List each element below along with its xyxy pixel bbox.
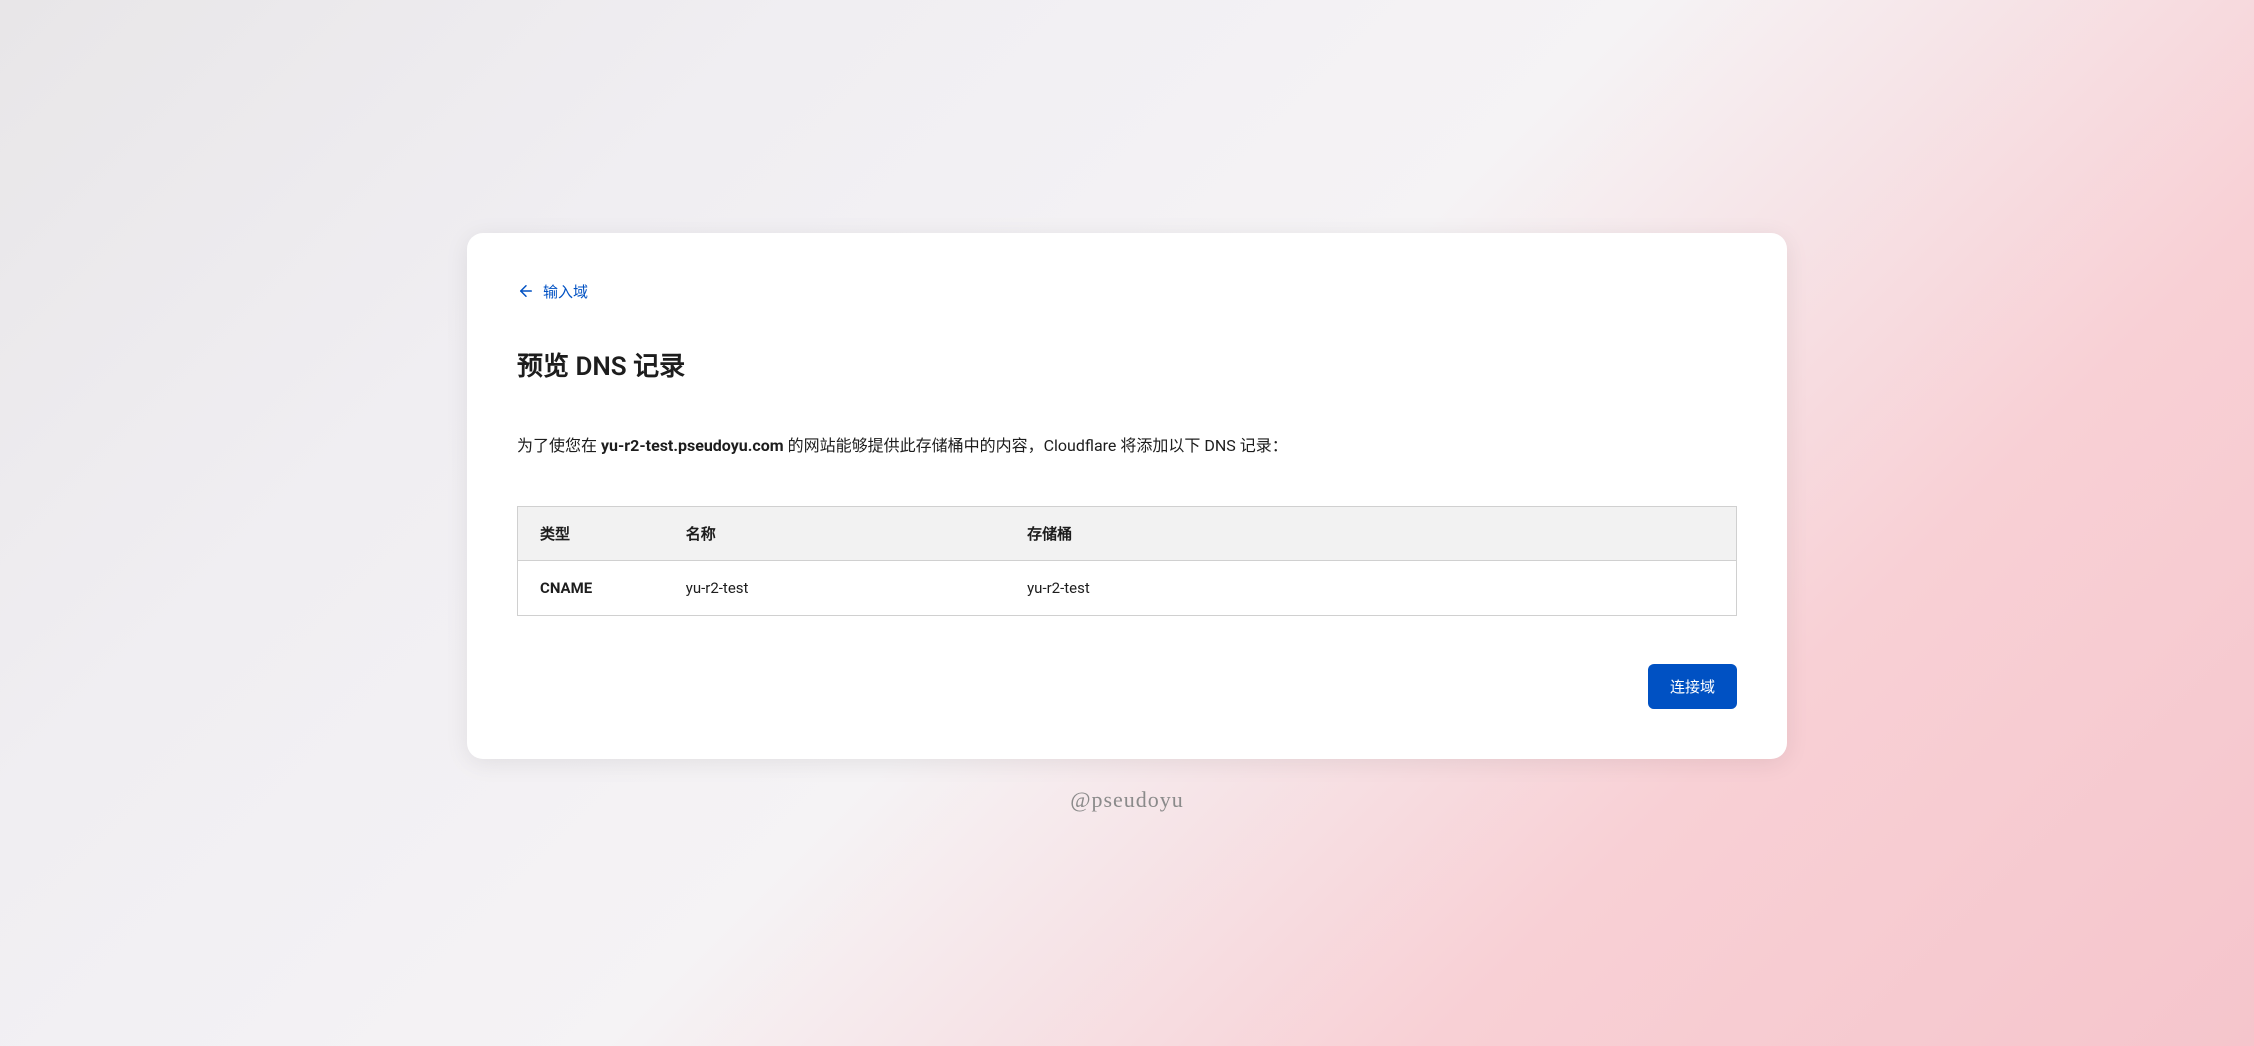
column-header-type: 类型 [518,507,664,561]
dns-preview-card: 输入域 预览 DNS 记录 为了使您在 yu-r2-test.pseudoyu.… [467,233,1787,760]
back-link[interactable]: 输入域 [517,281,588,302]
back-link-label: 输入域 [543,281,588,302]
page-title: 预览 DNS 记录 [517,346,1737,383]
table-row: CNAME yu-r2-test yu-r2-test [518,561,1737,616]
watermark: @pseudoyu [1070,787,1184,813]
description-prefix: 为了使您在 [517,436,601,455]
dns-records-table: 类型 名称 存储桶 CNAME yu-r2-test yu-r2-test [517,506,1737,616]
connect-domain-button[interactable]: 连接域 [1648,664,1737,709]
column-header-name: 名称 [664,507,1005,561]
cell-bucket: yu-r2-test [1005,561,1736,616]
cell-type: CNAME [518,561,664,616]
description-suffix: 的网站能够提供此存储桶中的内容，Cloudflare 将添加以下 DNS 记录： [784,436,1288,455]
actions-bar: 连接域 [517,664,1737,709]
description-domain: yu-r2-test.pseudoyu.com [601,436,784,455]
description: 为了使您在 yu-r2-test.pseudoyu.com 的网站能够提供此存储… [517,433,1737,459]
arrow-left-icon [517,282,535,300]
table-header-row: 类型 名称 存储桶 [518,507,1737,561]
column-header-bucket: 存储桶 [1005,507,1736,561]
cell-name: yu-r2-test [664,561,1005,616]
